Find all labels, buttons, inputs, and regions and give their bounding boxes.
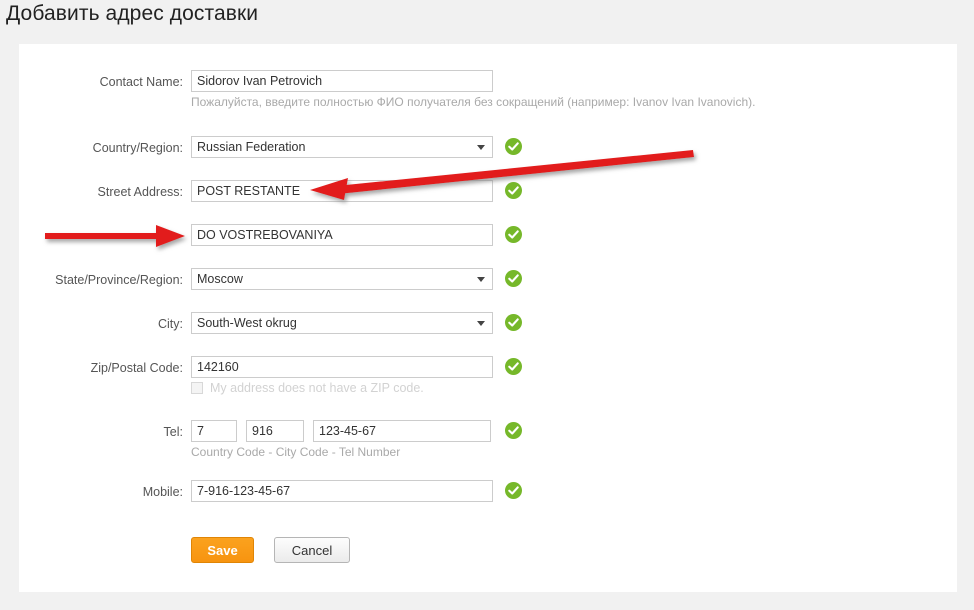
form-actions: Save Cancel xyxy=(191,537,350,563)
street-address-2-input[interactable] xyxy=(191,224,493,246)
label-tel: Tel: xyxy=(163,425,183,439)
chevron-down-icon xyxy=(477,321,485,326)
state-province-region-select[interactable]: Moscow xyxy=(191,268,493,290)
label-street-address: Street Address: xyxy=(97,185,183,199)
chevron-down-icon xyxy=(477,277,485,282)
street-address-input[interactable] xyxy=(191,180,493,202)
label-city: City: xyxy=(158,317,183,331)
save-button[interactable]: Save xyxy=(191,537,254,563)
no-zip-code-checkbox[interactable] xyxy=(191,382,203,394)
contact-name-hint: Пожалуйста, введите полностью ФИО получа… xyxy=(191,95,756,109)
tel-format-hint: Country Code - City Code - Tel Number xyxy=(191,445,401,459)
label-mobile: Mobile: xyxy=(142,485,183,499)
country-region-select[interactable]: Russian Federation xyxy=(191,136,493,158)
city-select[interactable]: South-West okrug xyxy=(191,312,493,334)
country-region-value: Russian Federation xyxy=(197,140,306,154)
no-zip-code-checkbox-row[interactable]: My address does not have a ZIP code. xyxy=(191,381,424,395)
mobile-input[interactable] xyxy=(191,480,493,502)
valid-check-icon-tel xyxy=(505,422,522,439)
no-zip-code-label: My address does not have a ZIP code. xyxy=(210,381,424,395)
label-contact-name: Contact Name: xyxy=(99,75,183,89)
tel-number-input[interactable] xyxy=(313,420,491,442)
contact-name-input[interactable] xyxy=(191,70,493,92)
valid-check-icon-street-address-2 xyxy=(505,226,522,243)
valid-check-icon-country-region xyxy=(505,138,522,155)
address-form-card: Contact Name: Пожалуйста, введите полнос… xyxy=(19,44,957,592)
tel-input-group xyxy=(191,420,491,442)
state-province-region-value: Moscow xyxy=(197,272,243,286)
valid-check-icon-state-province-region xyxy=(505,270,522,287)
label-zip-postal-code: Zip/Postal Code: xyxy=(90,361,183,375)
city-value: South-West okrug xyxy=(197,316,297,330)
label-state-province-region: State/Province/Region: xyxy=(55,273,183,287)
zip-postal-code-input[interactable] xyxy=(191,356,493,378)
page-title: Добавить адрес доставки xyxy=(6,2,259,25)
valid-check-icon-street-address xyxy=(505,182,522,199)
valid-check-icon-city xyxy=(505,314,522,331)
cancel-button[interactable]: Cancel xyxy=(274,537,350,563)
chevron-down-icon xyxy=(477,145,485,150)
valid-check-icon-zip-postal-code xyxy=(505,358,522,375)
tel-country-code-input[interactable] xyxy=(191,420,237,442)
label-country-region: Country/Region: xyxy=(92,141,183,155)
valid-check-icon-mobile xyxy=(505,482,522,499)
tel-city-code-input[interactable] xyxy=(246,420,304,442)
